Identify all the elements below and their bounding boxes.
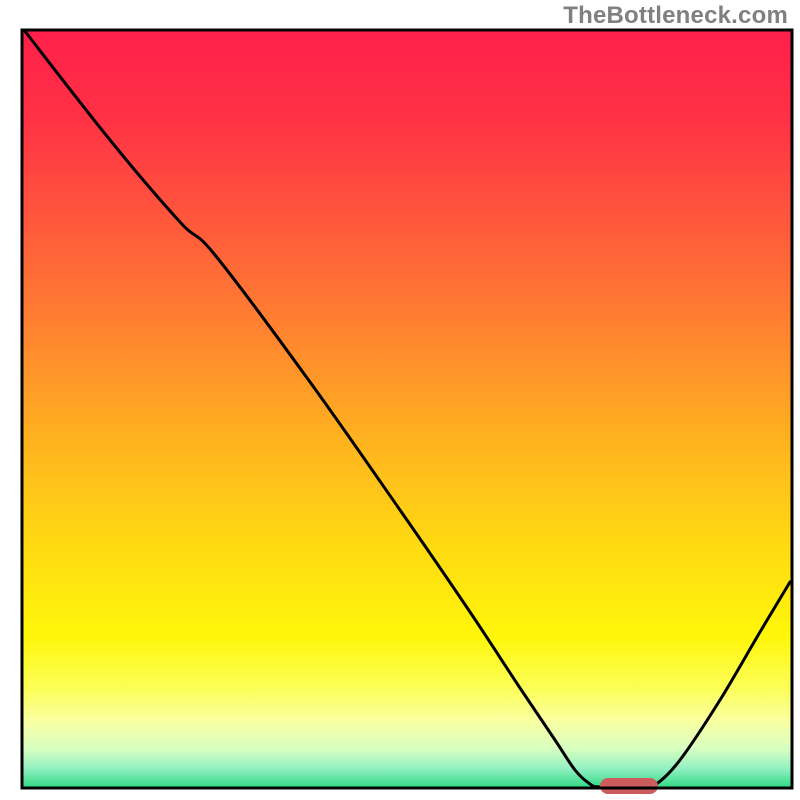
- optimal-marker: [600, 778, 658, 794]
- chart-stage: TheBottleneck.com: [0, 0, 800, 800]
- bottleneck-chart: [0, 0, 800, 800]
- plot-background: [22, 30, 792, 788]
